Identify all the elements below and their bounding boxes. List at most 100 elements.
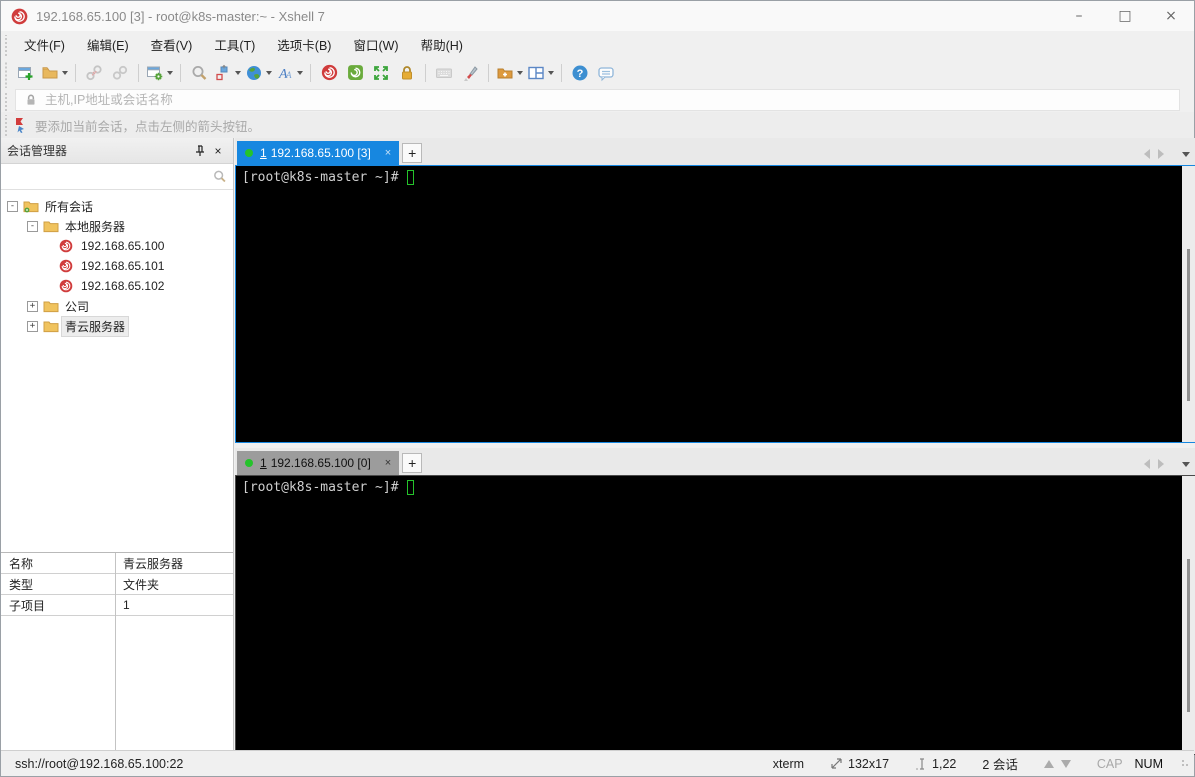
tab-menu-caret-icon[interactable] <box>1182 151 1190 157</box>
lock-screen-button[interactable] <box>394 60 420 86</box>
pin-panel-icon[interactable] <box>191 142 209 160</box>
feedback-button[interactable] <box>593 60 619 86</box>
terminal-scrollbar[interactable] <box>1182 476 1195 754</box>
tab-session-top[interactable]: 1 192.168.65.100 [3] × <box>237 141 400 165</box>
close-button[interactable]: × <box>1148 1 1194 31</box>
session-search-input[interactable] <box>7 169 212 184</box>
encoding-button[interactable] <box>243 60 274 86</box>
tab-scroll-right-icon[interactable] <box>1158 459 1164 469</box>
tab-menu-caret-icon[interactable] <box>1182 461 1190 467</box>
tree-label[interactable]: 青云服务器 <box>60 315 130 337</box>
tree-label[interactable]: 192.168.65.100 <box>78 238 167 254</box>
tab-scroll-left-icon[interactable] <box>1144 459 1150 469</box>
tree-item-company[interactable]: + 公司 <box>1 296 233 316</box>
expander-plus-icon[interactable]: + <box>27 300 38 312</box>
tree-item-all-sessions[interactable]: - 所有会话 <box>1 196 233 216</box>
open-session-button[interactable] <box>39 60 70 86</box>
tab-scroll-left-icon[interactable] <box>1144 149 1150 159</box>
fullscreen-button[interactable] <box>368 60 394 86</box>
maximize-button[interactable]: □ <box>1102 1 1148 31</box>
menu-window[interactable]: 窗口(W) <box>342 31 409 58</box>
cursor-position-text: 1,22 <box>932 756 957 771</box>
terminal-type[interactable]: xterm <box>773 757 804 771</box>
tree-label[interactable]: 192.168.65.102 <box>78 278 167 294</box>
xagent-button[interactable] <box>316 60 342 86</box>
search-icon[interactable] <box>212 169 227 184</box>
tree-item-qingyun[interactable]: + 青云服务器 <box>1 315 233 337</box>
tree-label[interactable]: 所有会话 <box>42 197 96 216</box>
info-bar-text: 要添加当前会话，点击左侧的箭头按钮。 <box>35 119 261 134</box>
find-button[interactable] <box>186 60 212 86</box>
tab-close-icon[interactable]: × <box>385 457 391 469</box>
terminal-scrollbar[interactable] <box>1182 166 1195 442</box>
compose-pane-caret-icon[interactable] <box>235 70 241 75</box>
menu-edit[interactable]: 编辑(E) <box>76 31 140 58</box>
next-session-icon[interactable] <box>1060 759 1071 768</box>
scrollbar-thumb[interactable] <box>1187 248 1190 401</box>
host-address-input[interactable] <box>45 93 1143 107</box>
tab-bar-top: 1 192.168.65.100 [3] × + <box>235 138 1195 165</box>
tree-item-local-servers[interactable]: - 本地服务器 <box>1 216 233 236</box>
new-file-caret-icon[interactable] <box>517 70 523 75</box>
xftp-button[interactable] <box>342 60 368 86</box>
new-session-button[interactable] <box>13 60 39 86</box>
scrollbar-thumb[interactable] <box>1187 559 1190 713</box>
connected-dot-icon <box>245 149 253 157</box>
session-icon <box>59 279 73 293</box>
open-session-caret-icon[interactable] <box>62 70 68 75</box>
new-tab-button[interactable]: + <box>402 453 423 473</box>
tab-nav-bottom <box>1144 459 1190 469</box>
add-session-arrow-icon[interactable] <box>13 117 29 133</box>
prev-session-icon[interactable] <box>1043 759 1054 768</box>
compose-pane-button[interactable] <box>212 60 243 86</box>
tree-label[interactable]: 公司 <box>62 297 92 316</box>
session-properties-icon <box>146 64 164 82</box>
tab-scroll-right-icon[interactable] <box>1158 149 1164 159</box>
tree-label[interactable]: 本地服务器 <box>62 217 128 236</box>
property-row: 子项目 1 <box>1 595 233 616</box>
highlighter-button[interactable] <box>457 60 483 86</box>
minimize-button[interactable]: – <box>1056 1 1102 31</box>
tile-layout-button[interactable] <box>525 60 556 86</box>
tree-item-session-100[interactable]: 192.168.65.100 <box>1 236 233 256</box>
menu-tabs[interactable]: 选项卡(B) <box>266 31 342 58</box>
info-bar: 要添加当前会话，点击左侧的箭头按钮。 <box>1 112 1194 141</box>
num-lock-indicator: NUM <box>1134 756 1163 771</box>
close-panel-icon[interactable]: × <box>209 142 227 160</box>
tree-label[interactable]: 192.168.65.101 <box>78 258 167 274</box>
cursor-position[interactable]: 1,22 <box>915 757 956 771</box>
font-button[interactable]: AA <box>274 60 305 86</box>
menu-help[interactable]: 帮助(H) <box>410 31 474 58</box>
menu-view[interactable]: 查看(V) <box>140 31 204 58</box>
property-key: 名称 <box>9 556 34 571</box>
font-caret-icon[interactable] <box>297 70 303 75</box>
terminal-size[interactable]: 132x17 <box>830 757 889 771</box>
session-count[interactable]: 2 会话 <box>982 754 1017 773</box>
menu-tools[interactable]: 工具(T) <box>203 31 266 58</box>
session-properties-button[interactable] <box>144 60 175 86</box>
address-box[interactable] <box>15 89 1180 111</box>
terminal-pane-bottom[interactable]: [root@k8s-master ~]# <box>235 475 1195 755</box>
tab-nav-top <box>1144 149 1190 159</box>
expander-minus-icon[interactable]: - <box>7 200 18 212</box>
expander-plus-icon[interactable]: + <box>27 320 38 332</box>
folder-icon <box>43 219 59 233</box>
terminal-pane-top[interactable]: [root@k8s-master ~]# <box>235 165 1195 443</box>
tile-layout-caret-icon[interactable] <box>548 70 554 75</box>
tab-close-icon[interactable]: × <box>385 147 391 159</box>
tree-item-session-101[interactable]: 192.168.65.101 <box>1 256 233 276</box>
help-button[interactable]: ? <box>567 60 593 86</box>
xshell-logo-icon <box>11 8 28 25</box>
new-file-folder-icon <box>496 64 514 82</box>
font-icon: AA <box>276 64 294 82</box>
resize-grip[interactable] <box>1181 758 1191 769</box>
new-file-button[interactable] <box>494 60 525 86</box>
expander-minus-icon[interactable]: - <box>27 220 38 232</box>
encoding-caret-icon[interactable] <box>266 70 272 75</box>
session-nav <box>1043 759 1071 768</box>
session-properties-caret-icon[interactable] <box>167 70 173 75</box>
tab-session-bottom[interactable]: 1 192.168.65.100 [0] × <box>237 451 400 475</box>
new-tab-button[interactable]: + <box>402 143 423 163</box>
tree-item-session-102[interactable]: 192.168.65.102 <box>1 276 233 296</box>
menu-file[interactable]: 文件(F) <box>13 31 76 58</box>
